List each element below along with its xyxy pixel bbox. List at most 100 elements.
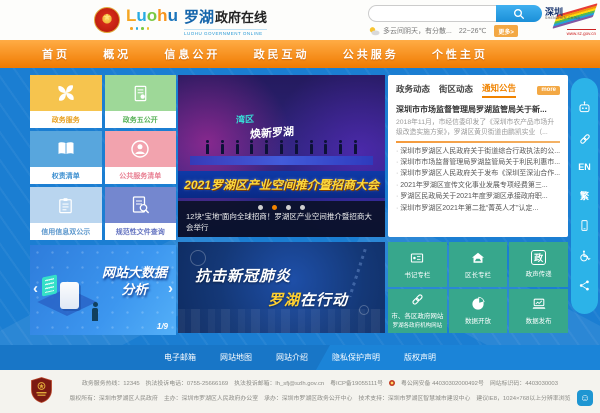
news-list-item[interactable]: 深圳市市场监督管理局罗湖监管局关于利民利惠市... — [396, 157, 560, 168]
site-title-cn-rest: 政府在线 — [215, 7, 267, 26]
tile-five-disclosures[interactable]: 政务五公开 — [105, 75, 177, 128]
dna-helix-icon — [348, 249, 366, 297]
tile-label: 书记专栏 — [404, 269, 430, 279]
carousel-dot[interactable] — [258, 205, 263, 210]
covid-banner[interactable]: 抗击新冠肺炎 罗湖在行动 — [178, 242, 385, 333]
tab-gov-news[interactable]: 政务动态 — [396, 83, 430, 97]
shenzhen-en: SHENZHEN CHINA — [545, 16, 580, 20]
complaint-tel: 执法投诉电话：0755-25666169 — [146, 378, 229, 387]
footer-line-1: 政务服务热线：12345 执法投诉电话：0755-25666169 执法投诉邮箱… — [82, 378, 558, 387]
stage-led-screen — [190, 156, 373, 165]
feedback-smiley-button[interactable]: ☺ — [577, 390, 593, 406]
share-icon[interactable] — [578, 279, 591, 292]
nav-item-overview[interactable]: 概况 — [103, 46, 131, 62]
banner-page-indicator: 1/9 — [157, 322, 168, 331]
more-button[interactable]: more — [537, 86, 560, 95]
covid-highlight: 罗湖 — [268, 292, 300, 309]
person-silhouette — [92, 308, 98, 321]
gov-site-shield-badge[interactable] — [31, 377, 52, 403]
service-robot-icon[interactable] — [577, 100, 592, 115]
news-list-item[interactable]: 深圳市罗湖区人民政府关于街道综合行政执法的公... — [396, 146, 560, 157]
tech-support: 技术支持：深圳市罗湖区智慧城市建设中心 — [358, 393, 470, 402]
footer-link-copyright[interactable]: 版权声明 — [404, 352, 436, 363]
nav-item-personal-home[interactable]: 个性主页 — [432, 46, 488, 62]
undertaker: 承办：深圳市罗湖区政务公开中心 — [264, 393, 352, 402]
psb-number[interactable]: 粤公网安备 44030302000492号 — [401, 378, 484, 387]
news-list-item[interactable]: 2021年罗湖区宣传文化事业发展专项经费第三... — [396, 180, 560, 191]
icp-number[interactable]: 粤ICP备19055111号 — [330, 378, 383, 387]
tile-label: 规范性文件查询 — [105, 223, 177, 240]
related-links-icon[interactable] — [578, 132, 592, 146]
site-title-cn: 罗湖 — [184, 6, 214, 27]
english-toggle[interactable]: EN — [578, 162, 591, 172]
nav-item-info-disclosure[interactable]: 信息公开 — [164, 46, 220, 62]
tile-gov-voice[interactable]: 政 政声传递 — [509, 242, 568, 287]
chevron-left-icon[interactable]: ‹ — [33, 281, 38, 296]
footer-link-privacy[interactable]: 隐私保护声明 — [332, 352, 380, 363]
tile-power-list[interactable]: 权责清单 — [30, 131, 102, 184]
tile-mayor-column[interactable]: 区长专栏 — [449, 242, 508, 287]
site-title[interactable]: 罗湖 政府在线 LUOHU GOVERNMENT ONLINE — [184, 6, 267, 36]
weather-widget: 多云间阴天，有分散... 22~26℃ 更多> — [368, 25, 518, 37]
logo-letter: u — [136, 6, 146, 25]
nav-item-interaction[interactable]: 政民互动 — [254, 46, 310, 62]
tile-label: 权责清单 — [30, 167, 102, 184]
footer-link-email[interactable]: 电子邮箱 — [164, 352, 196, 363]
tab-district-news[interactable]: 街区动态 — [439, 83, 473, 97]
tile-secretary-column[interactable]: 书记专栏 — [388, 242, 447, 287]
tile-gov-services[interactable]: 政务服务 — [30, 75, 102, 128]
iso-screen — [42, 274, 57, 296]
tile-label-2: 罗湖各政府机构网站 — [393, 321, 443, 329]
footer-link-about[interactable]: 网站介绍 — [276, 352, 308, 363]
molecule-icon — [359, 305, 369, 315]
carousel-overlay: 12块“宝地”面向全球招商！罗湖区产业空间推介暨招商大会举行 — [178, 201, 385, 237]
tile-gov-websites[interactable]: 市、各区政府网站 罗湖各政府机构网站 — [388, 289, 447, 334]
tile-label: 公共服务清单 — [105, 167, 177, 184]
complaint-mail: 执法投诉邮箱：lh_sfj@szlh.gov.cn — [234, 378, 324, 387]
tile-label: 数据发布 — [526, 315, 552, 325]
featured-news-title[interactable]: 深圳市市场监督管理局罗湖监管局关于新... — [396, 104, 560, 115]
bigdata-banner[interactable]: 网站大数据 分析 ‹ › 1/9 — [30, 245, 176, 335]
tile-public-service-list[interactable]: 公共服务清单 — [105, 131, 177, 184]
mobile-version-icon[interactable] — [578, 219, 591, 232]
tile-data-release[interactable]: 数据发布 — [509, 289, 568, 334]
news-list-item[interactable]: 罗湖区民政局关于2021年度罗湖区承接政府职... — [396, 191, 560, 202]
zheng-character-icon: 政 — [531, 250, 546, 265]
carousel-dots — [186, 205, 377, 210]
carousel-caption[interactable]: 12块“宝地”面向全球招商！罗湖区产业空间推介暨招商大会举行 — [186, 212, 377, 233]
quick-tiles: 政务服务 政务五公开 权责清单 公共服务清单 信用信息双公示 — [30, 75, 176, 240]
site-header: Luohu 罗湖 政府在线 LUOHU GOVERNMENT ONLINE 多云… — [0, 0, 600, 40]
shenzhen-gov-logo[interactable]: 深圳 SHENZHEN CHINA www.sz.gov.cn — [543, 3, 597, 37]
tile-label: 政声传递 — [526, 268, 552, 278]
search-input[interactable] — [368, 5, 496, 22]
carousel-dot[interactable] — [300, 205, 305, 210]
search-button[interactable] — [496, 5, 542, 22]
tile-open-data[interactable]: 数据开放 — [449, 289, 508, 334]
browser-hint: 建议IE8，1024×768以上分辨率浏览 — [476, 393, 570, 402]
news-list-item[interactable]: 深圳市罗湖区2021年第二批“菁英人才”认定... — [396, 203, 560, 214]
molecule-icon — [190, 250, 206, 266]
house-icon — [470, 250, 486, 266]
covid-line1: 抗击新冠肺炎 — [195, 265, 291, 286]
logo-dots — [130, 27, 149, 30]
nav-item-public-service[interactable]: 公共服务 — [343, 46, 399, 62]
chevron-right-icon[interactable]: › — [168, 281, 173, 296]
news-carousel[interactable]: 湾区 焕新罗湖 2021罗湖区产业空间推介暨招商大会 12块“宝地”面向全球招商… — [178, 75, 385, 237]
nav-item-home[interactable]: 首页 — [42, 46, 70, 62]
tile-credit-publicity[interactable]: 信用信息双公示 — [30, 187, 102, 240]
footer-text: 政务服务热线：12345 执法投诉电话：0755-25666169 执法投诉邮箱… — [68, 378, 572, 402]
clipboard-icon — [56, 196, 75, 215]
tab-notices[interactable]: 通知公告 — [482, 82, 516, 98]
site-logo[interactable]: Luohu — [126, 7, 178, 24]
footer-link-sitemap[interactable]: 网站地图 — [220, 352, 252, 363]
weather-more-link[interactable]: 更多> — [494, 25, 518, 37]
traditional-chinese-toggle[interactable]: 繁 — [580, 189, 589, 202]
carousel-dot-active[interactable] — [272, 205, 277, 210]
news-list-item[interactable]: 深圳市罗湖区人民政府关于发布《深圳至深汕合作... — [396, 168, 560, 179]
news-list: 深圳市罗湖区人民政府关于街道综合行政执法的公... 深圳市市场监督管理局罗湖监管… — [396, 146, 560, 214]
accessibility-icon[interactable] — [578, 249, 592, 263]
doc-search-icon — [130, 195, 150, 215]
tile-regulatory-docs-search[interactable]: 规范性文件查询 — [105, 187, 177, 240]
carousel-dot[interactable] — [286, 205, 291, 210]
organizer: 主办：深圳市罗湖区人民政府办公室 — [164, 393, 258, 402]
